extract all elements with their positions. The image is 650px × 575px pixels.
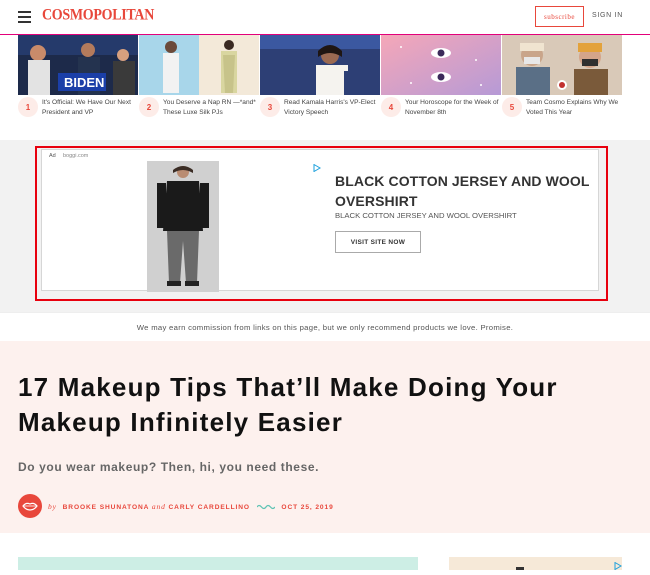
trending-title[interactable]: You Deserve a Nap RN —*and* These Luxe S…: [163, 98, 259, 118]
trending-thumbnail[interactable]: BIDEN: [18, 35, 138, 95]
trending-item-2[interactable]: 2 You Deserve a Nap RN —*and* These Luxe…: [139, 35, 259, 131]
ad-headline[interactable]: BLACK COTTON JERSEY AND WOOL OVERSHIRT: [335, 171, 600, 211]
sign-in-link[interactable]: SIGN IN: [592, 12, 623, 19]
article-dek: Do you wear makeup? Then, hi, you need t…: [18, 460, 320, 474]
ad-domain[interactable]: boggi.com: [63, 153, 88, 159]
site-logo[interactable]: COSMOPOLITAN: [42, 7, 154, 25]
visit-site-button[interactable]: VISIT SITE NOW: [335, 231, 421, 253]
article-lead-image: [18, 557, 418, 570]
trending-thumbnail[interactable]: [139, 35, 259, 95]
article-headline: 17 Makeup Tips That’ll Make Doing Your M…: [18, 372, 558, 437]
author-link-2[interactable]: CARLY CARDELLINO: [169, 504, 250, 511]
ad-description: BLACK COTTON JERSEY AND WOOL OVERSHIRT: [335, 211, 517, 220]
lips-icon: [22, 502, 38, 511]
trending-strip: BIDEN 1 It's Official: We Have Our Next …: [18, 35, 622, 131]
subscribe-button[interactable]: subscribe: [535, 6, 584, 27]
trending-title[interactable]: Team Cosmo Explains Why We Voted This Ye…: [526, 98, 622, 118]
adchoices-icon[interactable]: [313, 159, 321, 173]
trending-thumbnail[interactable]: [381, 35, 501, 95]
author-link-1[interactable]: BROOKE SHUNATONA: [63, 504, 149, 511]
trending-thumbnail[interactable]: [260, 35, 380, 95]
squiggle-divider-icon: [256, 505, 275, 510]
trending-title[interactable]: Your Horoscope for the Week of November …: [405, 98, 501, 118]
menu-icon[interactable]: [18, 11, 31, 23]
site-header: COSMOPOLITAN subscribe SIGN IN: [0, 0, 650, 35]
trending-title[interactable]: It's Official: We Have Our Next Presiden…: [42, 98, 138, 118]
affiliate-disclaimer: We may earn commission from links on thi…: [0, 312, 650, 342]
trending-rank-badge: 4: [381, 97, 401, 117]
trending-rank-badge: 1: [18, 97, 38, 117]
ad-unit[interactable]: Ad boggi.com BLACK COTTON JERSEY AND WOO…: [41, 149, 600, 292]
trending-rank-badge: 5: [502, 97, 522, 117]
adchoices-icon[interactable]: [614, 557, 622, 571]
trending-item-5[interactable]: 5 Team Cosmo Explains Why We Voted This …: [502, 35, 622, 131]
trending-title[interactable]: Read Kamala Harris's VP-Elect Victory Sp…: [284, 98, 380, 118]
ad-label: Ad: [49, 153, 56, 159]
sidebar-ad[interactable]: [449, 557, 622, 570]
trending-thumbnail[interactable]: [502, 35, 622, 95]
author-avatar[interactable]: [18, 494, 42, 518]
ad-section: Ad boggi.com BLACK COTTON JERSEY AND WOO…: [0, 140, 650, 312]
publish-date: OCT 25, 2019: [281, 504, 334, 511]
trending-item-1[interactable]: BIDEN 1 It's Official: We Have Our Next …: [18, 35, 138, 131]
ad-product-image[interactable]: [147, 161, 219, 292]
trending-rank-badge: 2: [139, 97, 159, 117]
trending-item-4[interactable]: 4 Your Horoscope for the Week of Novembe…: [381, 35, 501, 131]
trending-rank-badge: 3: [260, 97, 280, 117]
byline-and: and: [151, 502, 166, 511]
byline-by: by: [48, 502, 57, 511]
article-byline: by BROOKE SHUNATONA and CARLY CARDELLINO…: [48, 502, 334, 511]
svg-text:BIDEN: BIDEN: [64, 75, 104, 90]
trending-item-3[interactable]: 3 Read Kamala Harris's VP-Elect Victory …: [260, 35, 380, 131]
